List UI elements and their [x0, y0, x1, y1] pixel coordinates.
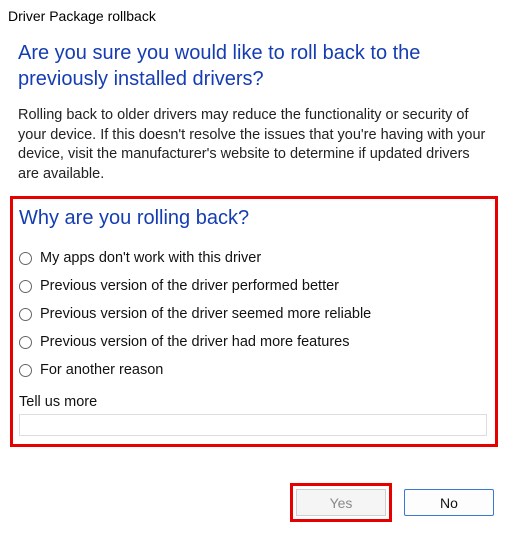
tell-us-input[interactable] [19, 414, 487, 436]
highlight-yes-button: Yes [290, 483, 392, 522]
dialog-content: Are you sure you would like to roll back… [0, 28, 512, 459]
dialog-buttons: Yes No [0, 459, 512, 534]
survey-options: My apps don't work with this driver Prev… [19, 244, 487, 384]
radio-more-features[interactable] [19, 336, 32, 349]
confirm-heading: Are you sure you would like to roll back… [18, 40, 494, 92]
highlight-survey-box: Why are you rolling back? My apps don't … [10, 196, 498, 447]
option-apps-dont-work[interactable]: My apps don't work with this driver [19, 244, 487, 272]
radio-performed-better[interactable] [19, 280, 32, 293]
option-label: For another reason [40, 362, 163, 378]
yes-button[interactable]: Yes [296, 489, 386, 516]
survey-heading: Why are you rolling back? [19, 207, 487, 230]
no-button[interactable]: No [404, 489, 494, 516]
radio-more-reliable[interactable] [19, 308, 32, 321]
window-title: Driver Package rollback [0, 0, 512, 28]
option-label: My apps don't work with this driver [40, 250, 261, 266]
option-more-features[interactable]: Previous version of the driver had more … [19, 328, 487, 356]
tell-us-label: Tell us more [19, 394, 487, 410]
option-performed-better[interactable]: Previous version of the driver performed… [19, 272, 487, 300]
option-label: Previous version of the driver had more … [40, 334, 349, 350]
radio-another-reason[interactable] [19, 364, 32, 377]
option-another-reason[interactable]: For another reason [19, 356, 487, 384]
info-text: Rolling back to older drivers may reduce… [18, 106, 494, 184]
radio-apps-dont-work[interactable] [19, 252, 32, 265]
option-label: Previous version of the driver seemed mo… [40, 306, 371, 322]
option-label: Previous version of the driver performed… [40, 278, 339, 294]
option-more-reliable[interactable]: Previous version of the driver seemed mo… [19, 300, 487, 328]
